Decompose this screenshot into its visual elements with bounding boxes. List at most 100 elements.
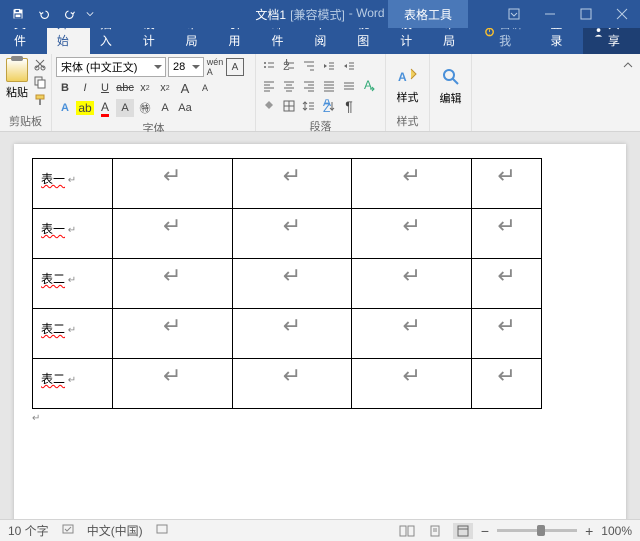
table-cell[interactable]: ↵ xyxy=(232,359,352,409)
web-layout-button[interactable] xyxy=(453,523,473,539)
character-border-button[interactable]: A xyxy=(226,58,244,76)
document-table[interactable]: 表一 ↵↵↵↵↵表一 ↵↵↵↵↵表二 ↵↵↵↵↵表二 ↵↵↵↵↵表二 ↵↵↵↵↵ xyxy=(32,158,542,409)
styles-button[interactable]: A 样式 xyxy=(390,56,425,111)
grow-font-button[interactable]: A xyxy=(176,79,194,97)
format-painter-button[interactable] xyxy=(32,92,48,108)
table-cell[interactable]: 表一 ↵ xyxy=(33,209,113,259)
character-shading-button[interactable]: A xyxy=(116,99,134,117)
table-cell[interactable]: ↵ xyxy=(352,159,472,209)
show-marks-button[interactable]: ¶ xyxy=(340,97,358,115)
font-color-button[interactable]: A xyxy=(96,99,114,117)
clipboard-group: 粘贴 剪贴板 xyxy=(0,54,52,131)
svg-text:2: 2 xyxy=(283,59,290,73)
table-row[interactable]: 表一 ↵↵↵↵↵ xyxy=(33,209,542,259)
table-row[interactable]: 表一 ↵↵↵↵↵ xyxy=(33,159,542,209)
table-cell[interactable]: ↵ xyxy=(112,259,232,309)
phonetic-guide-button[interactable]: wénA xyxy=(206,58,224,76)
distributed-button[interactable] xyxy=(340,77,358,95)
line-spacing-button[interactable] xyxy=(300,97,318,115)
change-case-button[interactable]: Aa xyxy=(176,99,194,117)
table-cell[interactable]: ↵ xyxy=(232,309,352,359)
close-button[interactable] xyxy=(604,0,640,28)
subscript-button[interactable]: x2 xyxy=(136,79,154,97)
borders-button[interactable] xyxy=(280,97,298,115)
table-cell[interactable]: ↵ xyxy=(232,259,352,309)
zoom-out-button[interactable]: − xyxy=(481,523,489,539)
paste-button[interactable]: 粘贴 xyxy=(4,56,30,111)
table-cell[interactable]: ↵ xyxy=(352,359,472,409)
underline-button[interactable]: U xyxy=(96,79,114,97)
table-row[interactable]: 表二 ↵↵↵↵↵ xyxy=(33,309,542,359)
table-cell[interactable]: ↵ xyxy=(112,359,232,409)
zoom-in-button[interactable]: + xyxy=(585,523,593,539)
spell-check-icon[interactable] xyxy=(61,522,75,539)
read-mode-button[interactable] xyxy=(397,523,417,539)
table-cell[interactable]: 表二 ↵ xyxy=(33,259,113,309)
cut-button[interactable] xyxy=(32,56,48,72)
undo-button[interactable] xyxy=(32,2,56,26)
table-cell[interactable]: ↵ xyxy=(472,359,542,409)
char-scale-button[interactable]: A xyxy=(360,77,378,95)
shading-button[interactable] xyxy=(260,97,278,115)
word-count[interactable]: 10 个字 xyxy=(8,522,49,539)
increase-indent-button[interactable] xyxy=(340,57,358,75)
zoom-level[interactable]: 100% xyxy=(601,524,632,538)
align-center-button[interactable] xyxy=(280,77,298,95)
collapse-ribbon-button[interactable] xyxy=(620,58,636,74)
table-cell[interactable]: ↵ xyxy=(232,209,352,259)
ribbon-tabs: 文件 开始 插入 设计 布局 引用 邮件 审阅 视图 设计 布局 告诉我 登录 … xyxy=(0,28,640,54)
ribbon-options-button[interactable] xyxy=(496,0,532,28)
macro-icon[interactable] xyxy=(155,522,169,539)
compat-mode: [兼容模式] xyxy=(290,6,345,23)
align-right-button[interactable] xyxy=(300,77,318,95)
qat-customize[interactable] xyxy=(84,2,96,26)
bold-button[interactable]: B xyxy=(56,79,74,97)
table-cell[interactable]: 表二 ↵ xyxy=(33,309,113,359)
table-row[interactable]: 表二 ↵↵↵↵↵ xyxy=(33,259,542,309)
table-cell[interactable]: ↵ xyxy=(472,259,542,309)
minimize-button[interactable] xyxy=(532,0,568,28)
language-status[interactable]: 中文(中国) xyxy=(87,522,143,539)
maximize-button[interactable] xyxy=(568,0,604,28)
font-name-combo[interactable]: 宋体 (中文正文) xyxy=(56,57,166,77)
strikethrough-button[interactable]: abc xyxy=(116,79,134,97)
text-effects-button[interactable]: A xyxy=(56,99,74,117)
table-cell[interactable]: ↵ xyxy=(352,309,472,359)
superscript-button[interactable]: x2 xyxy=(156,79,174,97)
editing-button[interactable]: 编辑 xyxy=(434,56,467,115)
bullets-button[interactable] xyxy=(260,57,278,75)
redo-button[interactable] xyxy=(58,2,82,26)
table-cell[interactable]: ↵ xyxy=(472,159,542,209)
justify-button[interactable] xyxy=(320,77,338,95)
table-cell[interactable]: ↵ xyxy=(472,309,542,359)
shrink-font-button[interactable]: A xyxy=(196,79,214,97)
save-button[interactable] xyxy=(6,2,30,26)
table-cell[interactable]: 表二 ↵ xyxy=(33,359,113,409)
italic-button[interactable]: I xyxy=(76,79,94,97)
sort-button[interactable]: AZ xyxy=(320,97,338,115)
paste-icon xyxy=(6,58,28,82)
zoom-slider[interactable] xyxy=(497,529,577,532)
svg-text:Z: Z xyxy=(323,101,330,113)
table-cell[interactable]: ↵ xyxy=(352,209,472,259)
font-size-combo[interactable]: 28 xyxy=(168,57,204,77)
decrease-indent-button[interactable] xyxy=(320,57,338,75)
table-cell[interactable]: ↵ xyxy=(232,159,352,209)
highlight-button[interactable]: ab xyxy=(76,99,94,117)
table-cell[interactable]: ↵ xyxy=(472,209,542,259)
editing-group: 编辑 xyxy=(430,54,472,131)
table-cell[interactable]: ↵ xyxy=(112,159,232,209)
table-cell[interactable]: ↵ xyxy=(112,309,232,359)
table-cell[interactable]: ↵ xyxy=(352,259,472,309)
copy-button[interactable] xyxy=(32,74,48,90)
enclose-characters-button[interactable]: ㊕ xyxy=(136,99,154,117)
clear-formatting-button[interactable]: A xyxy=(156,99,174,117)
table-cell[interactable]: ↵ xyxy=(112,209,232,259)
table-row[interactable]: 表二 ↵↵↵↵↵ xyxy=(33,359,542,409)
table-cell[interactable]: 表一 ↵ xyxy=(33,159,113,209)
document-area[interactable]: 表一 ↵↵↵↵↵表一 ↵↵↵↵↵表二 ↵↵↵↵↵表二 ↵↵↵↵↵表二 ↵↵↵↵↵… xyxy=(0,132,640,519)
multilevel-list-button[interactable] xyxy=(300,57,318,75)
print-layout-button[interactable] xyxy=(425,523,445,539)
align-left-button[interactable] xyxy=(260,77,278,95)
numbering-button[interactable]: 12 xyxy=(280,57,298,75)
